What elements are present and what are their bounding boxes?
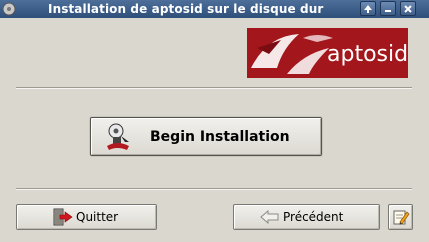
minimize-icon[interactable] — [380, 1, 396, 16]
previous-label: Précédent — [283, 210, 344, 224]
aptosid-logo: aptosid — [247, 28, 408, 78]
exit-icon — [52, 208, 74, 229]
notepad-pencil-icon — [392, 208, 410, 229]
quit-button[interactable]: Quitter — [16, 204, 157, 230]
previous-button[interactable]: Précédent — [233, 204, 380, 230]
close-icon[interactable] — [400, 1, 416, 16]
bottom-divider — [16, 188, 412, 190]
quit-label: Quitter — [76, 210, 119, 224]
top-divider — [16, 87, 412, 89]
back-arrow-icon — [260, 209, 280, 228]
begin-installation-label: Begin Installation — [150, 129, 290, 145]
logo-text: aptosid — [327, 42, 408, 67]
maximize-icon[interactable] — [360, 1, 376, 16]
title-bar[interactable]: Installation de aptosid sur le disque du… — [0, 0, 429, 18]
window-title: Installation de aptosid sur le disque du… — [48, 2, 324, 16]
app-icon[interactable] — [2, 2, 16, 16]
disk-install-icon — [105, 122, 131, 155]
begin-installation-button[interactable]: Begin Installation — [90, 117, 322, 156]
notes-button[interactable] — [388, 204, 413, 230]
